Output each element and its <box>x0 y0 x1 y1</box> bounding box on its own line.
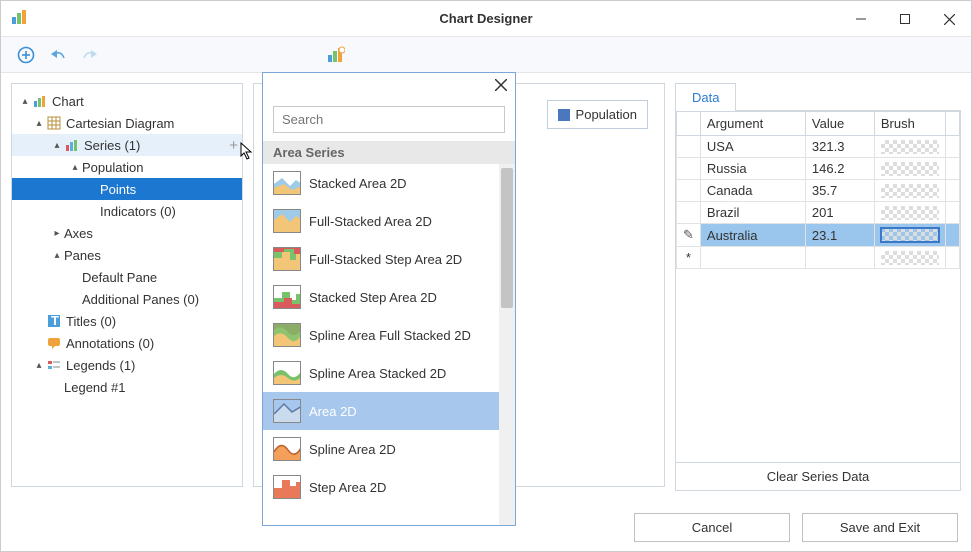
add-series-button[interactable]: + <box>229 137 238 154</box>
group-header: Area Series <box>263 141 515 164</box>
series-icon <box>64 137 80 153</box>
new-row[interactable]: * <box>677 247 960 269</box>
brush-cell[interactable] <box>881 140 939 154</box>
series-type-item[interactable]: Stacked Area 2D <box>263 164 515 202</box>
app-icon <box>11 8 29 29</box>
col-argument[interactable]: Argument <box>700 112 805 136</box>
edit-indicator-icon: ✎ <box>677 224 701 247</box>
table-row[interactable]: USA321.3 <box>677 136 960 158</box>
clear-series-button[interactable]: Clear Series Data <box>676 462 960 490</box>
series-type-item[interactable]: Full-Stacked Area 2D <box>263 202 515 240</box>
table-row[interactable]: Canada35.7 <box>677 180 960 202</box>
tree-points[interactable]: Points <box>12 178 242 200</box>
brush-cell[interactable] <box>881 251 939 265</box>
series-type-item[interactable]: Spline Area Full Stacked 2D <box>263 316 515 354</box>
tree-axes[interactable]: ▸Axes <box>12 222 242 244</box>
title-icon: T <box>46 313 62 329</box>
new-row-icon: * <box>677 247 701 269</box>
redo-icon[interactable] <box>81 48 99 65</box>
scrollbar[interactable] <box>499 164 515 525</box>
titlebar: Chart Designer <box>1 1 971 37</box>
tree-annotations[interactable]: Annotations (0) <box>12 332 242 354</box>
tree-panel: ▴Chart ▴Cartesian Diagram ▴Series (1)+ ▴… <box>11 83 243 487</box>
chart-icon <box>32 93 48 109</box>
series-type-item[interactable]: Full-Stacked Step Area 2D <box>263 240 515 278</box>
brush-cell[interactable] <box>881 184 939 198</box>
tree-diagram[interactable]: ▴Cartesian Diagram <box>12 112 242 134</box>
popup-close-icon[interactable] <box>495 79 507 94</box>
tree-default-pane[interactable]: Default Pane <box>12 266 242 288</box>
undo-icon[interactable] <box>49 48 67 65</box>
window-title: Chart Designer <box>439 11 532 26</box>
tab-strip: Data <box>675 83 961 111</box>
chart-palette-icon[interactable] <box>327 46 345 67</box>
legend-label: Population <box>576 107 637 122</box>
tree-chart[interactable]: ▴Chart <box>12 90 242 112</box>
tree-panes[interactable]: ▴Panes <box>12 244 242 266</box>
cancel-button[interactable]: Cancel <box>634 513 790 542</box>
annotation-icon <box>46 335 62 351</box>
tree-legend-1[interactable]: Legend #1 <box>12 376 242 398</box>
series-type-item[interactable]: Spline Area 2D <box>263 430 515 468</box>
toolbar <box>1 37 971 73</box>
close-button[interactable] <box>927 1 971 37</box>
svg-text:T: T <box>51 314 59 328</box>
tree-legends[interactable]: ▴Legends (1) <box>12 354 242 376</box>
legend-swatch <box>558 109 570 121</box>
save-exit-button[interactable]: Save and Exit <box>802 513 958 542</box>
series-type-popup: Area Series Stacked Area 2D Full-Stacked… <box>262 72 516 526</box>
tree-titles[interactable]: TTitles (0) <box>12 310 242 332</box>
table-row[interactable]: ✎Australia23.1 <box>677 224 960 247</box>
series-type-item[interactable]: Spline Area Stacked 2D <box>263 354 515 392</box>
tree-indicators[interactable]: Indicators (0) <box>12 200 242 222</box>
legend-icon <box>46 357 62 373</box>
table-row[interactable]: Russia146.2 <box>677 158 960 180</box>
data-grid[interactable]: Argument Value Brush USA321.3 Russia146.… <box>676 111 960 269</box>
tree-additional-panes[interactable]: Additional Panes (0) <box>12 288 242 310</box>
maximize-button[interactable] <box>883 1 927 37</box>
col-value[interactable]: Value <box>805 112 874 136</box>
tree-population[interactable]: ▴Population <box>12 156 242 178</box>
grid-icon <box>46 115 62 131</box>
brush-cell[interactable] <box>881 162 939 176</box>
series-type-item[interactable]: Area 2D <box>263 392 515 430</box>
scroll-thumb[interactable] <box>501 168 513 308</box>
tab-data[interactable]: Data <box>675 83 736 111</box>
col-brush[interactable]: Brush <box>874 112 945 136</box>
series-type-item[interactable]: Stacked Step Area 2D <box>263 278 515 316</box>
series-type-item[interactable]: Step Area 2D <box>263 468 515 506</box>
brush-cell[interactable] <box>881 206 939 220</box>
legend-box[interactable]: Population <box>547 100 648 129</box>
tree-series[interactable]: ▴Series (1)+ <box>12 134 242 156</box>
brush-cell[interactable] <box>881 228 939 242</box>
add-icon[interactable] <box>17 46 35 67</box>
search-input[interactable] <box>273 106 505 133</box>
minimize-button[interactable] <box>839 1 883 37</box>
table-row[interactable]: Brazil201 <box>677 202 960 224</box>
